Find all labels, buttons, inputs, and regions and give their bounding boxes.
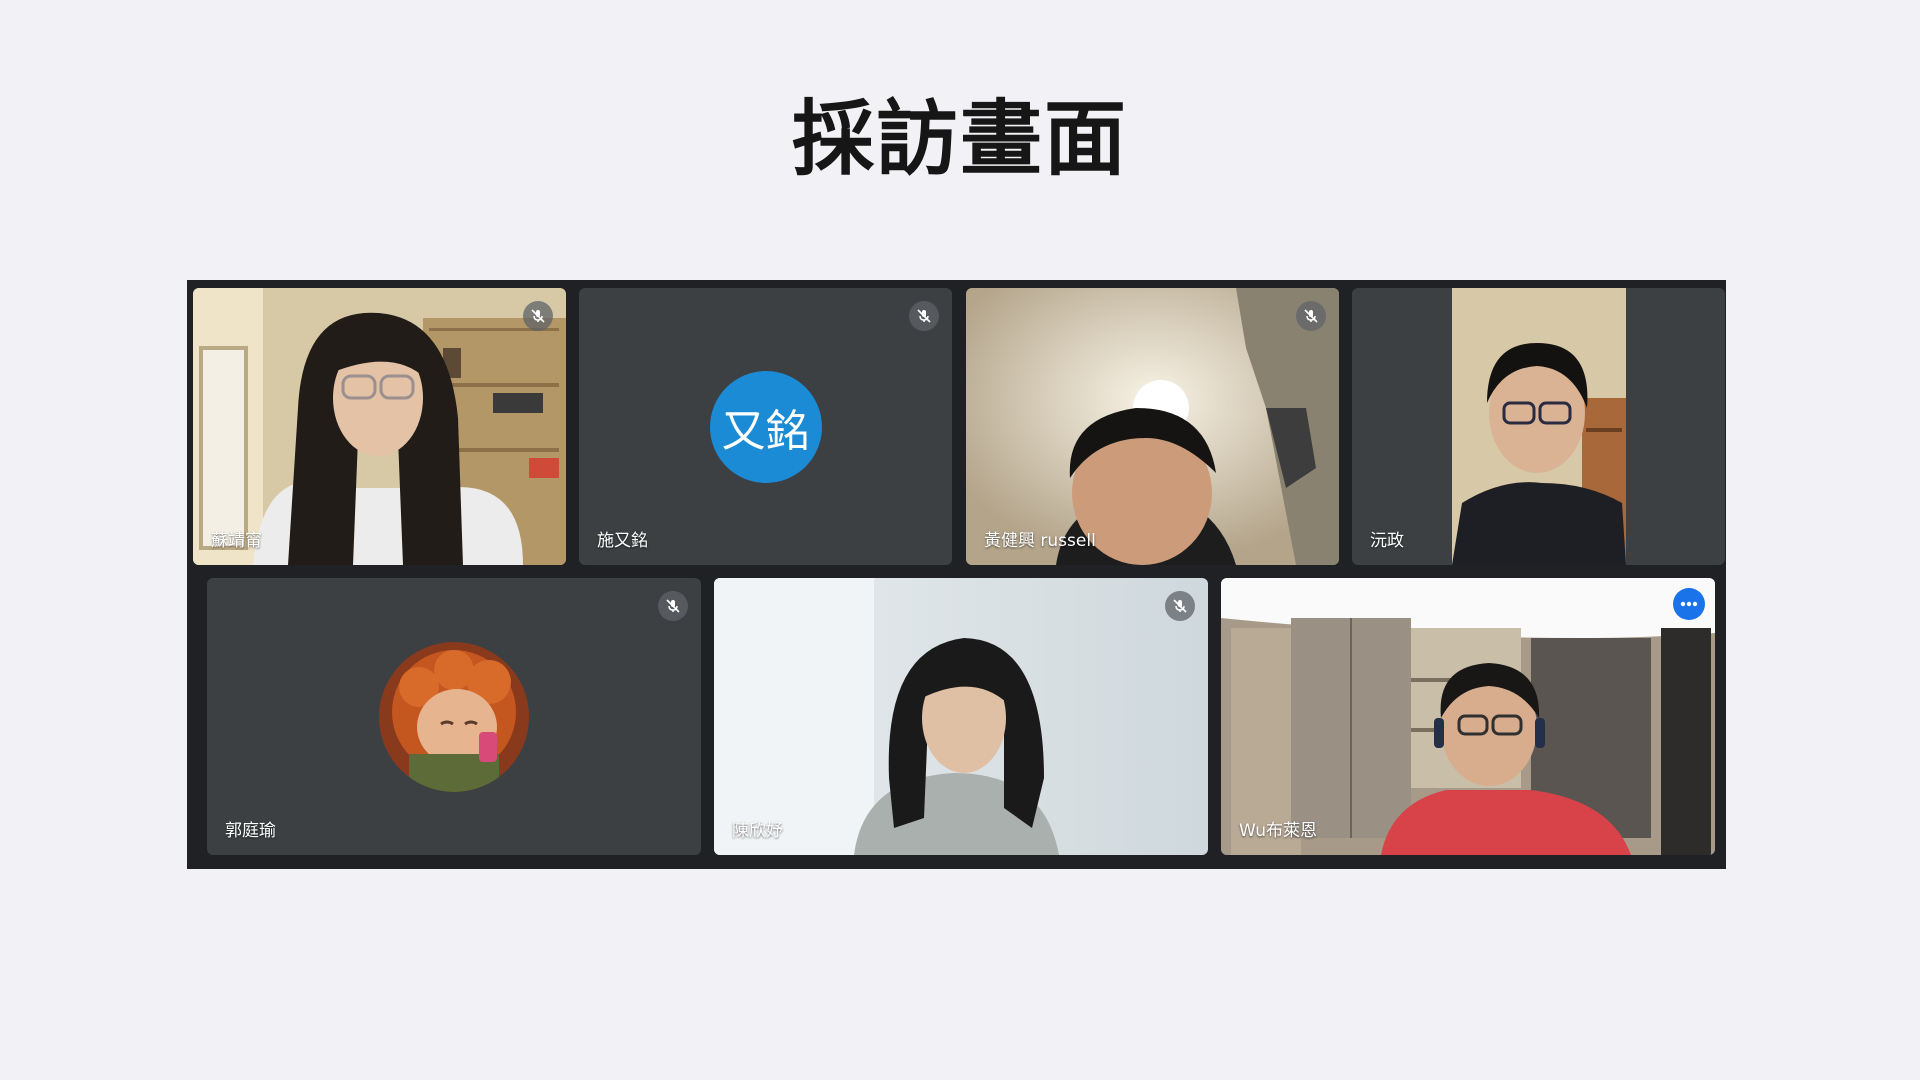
- avatar: [379, 641, 529, 792]
- participant-tile-7[interactable]: Wu布萊恩: [1221, 578, 1715, 855]
- avatar: 又銘: [709, 370, 822, 483]
- participant-name: 黃健興 russell: [984, 531, 1096, 551]
- participant-name: 蘇靖甯: [211, 531, 262, 551]
- participant-name: Wu布萊恩: [1239, 821, 1317, 841]
- participant-tile-5[interactable]: 郭庭瑜: [207, 578, 701, 855]
- participant-name: 郭庭瑜: [225, 821, 276, 841]
- participant-tile-1[interactable]: 蘇靖甯: [193, 288, 566, 565]
- participant-name: 陳欣妤: [732, 821, 783, 841]
- participant-name: 施又銘: [597, 531, 648, 551]
- participant-video: [1221, 578, 1715, 855]
- mic-off-icon: [658, 591, 688, 621]
- mic-off-icon: [523, 301, 553, 331]
- meeting-grid: 蘇靖甯 又銘 施又銘 黃健興 russell 沅政 郭庭瑜 陳欣妤 Wu布萊恩: [187, 280, 1726, 869]
- participant-video: [966, 288, 1339, 565]
- participant-tile-4[interactable]: 沅政: [1352, 288, 1725, 565]
- participant-video: [193, 288, 566, 565]
- mic-off-icon: [1165, 591, 1195, 621]
- participant-tile-3[interactable]: 黃健興 russell: [966, 288, 1339, 565]
- slide-title: 採訪畫面: [791, 92, 1128, 187]
- participant-name: 沅政: [1370, 531, 1404, 551]
- participant-tile-6[interactable]: 陳欣妤: [714, 578, 1208, 855]
- mic-off-icon: [909, 301, 939, 331]
- participant-video: [1452, 288, 1626, 565]
- mic-off-icon: [1296, 301, 1326, 331]
- participant-tile-2[interactable]: 又銘 施又銘: [579, 288, 952, 565]
- more-options-icon[interactable]: [1673, 588, 1705, 620]
- participant-video: [714, 578, 1208, 855]
